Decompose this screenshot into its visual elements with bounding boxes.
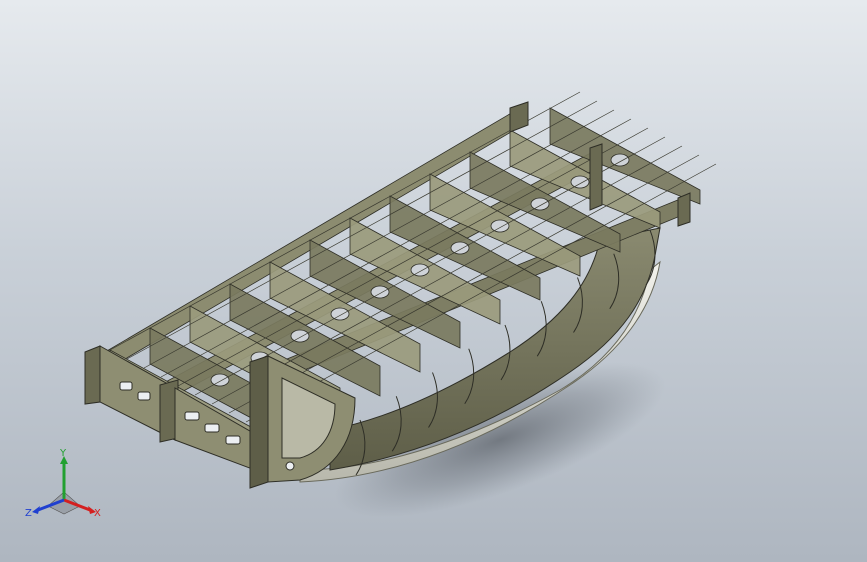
frame-cutout <box>610 153 630 167</box>
frame-cutout <box>330 307 350 321</box>
frame-cutout <box>530 197 550 211</box>
z-axis-arrow <box>32 506 40 514</box>
lightening-hole <box>184 411 200 421</box>
lightening-hole <box>119 381 133 391</box>
cad-graphics-viewport[interactable]: Y X Z <box>0 0 867 562</box>
x-axis-label: X <box>94 508 101 519</box>
frame-cutout <box>210 373 230 387</box>
frame-cutout <box>450 241 470 255</box>
y-axis-label: Y <box>59 448 67 459</box>
bulkhead-hole <box>285 461 295 471</box>
orientation-triad: Y X Z <box>25 448 101 519</box>
frame-cutout <box>570 175 590 189</box>
lightening-hole <box>225 435 241 445</box>
lightening-hole <box>204 423 220 433</box>
z-axis-label: Z <box>25 508 32 519</box>
frame-cutout <box>410 263 430 277</box>
frame-cutout <box>490 219 510 233</box>
frame-cutout <box>370 285 390 299</box>
frame-cutout <box>290 329 310 343</box>
lightening-hole <box>137 391 151 401</box>
hull-frame-model[interactable] <box>0 0 867 562</box>
